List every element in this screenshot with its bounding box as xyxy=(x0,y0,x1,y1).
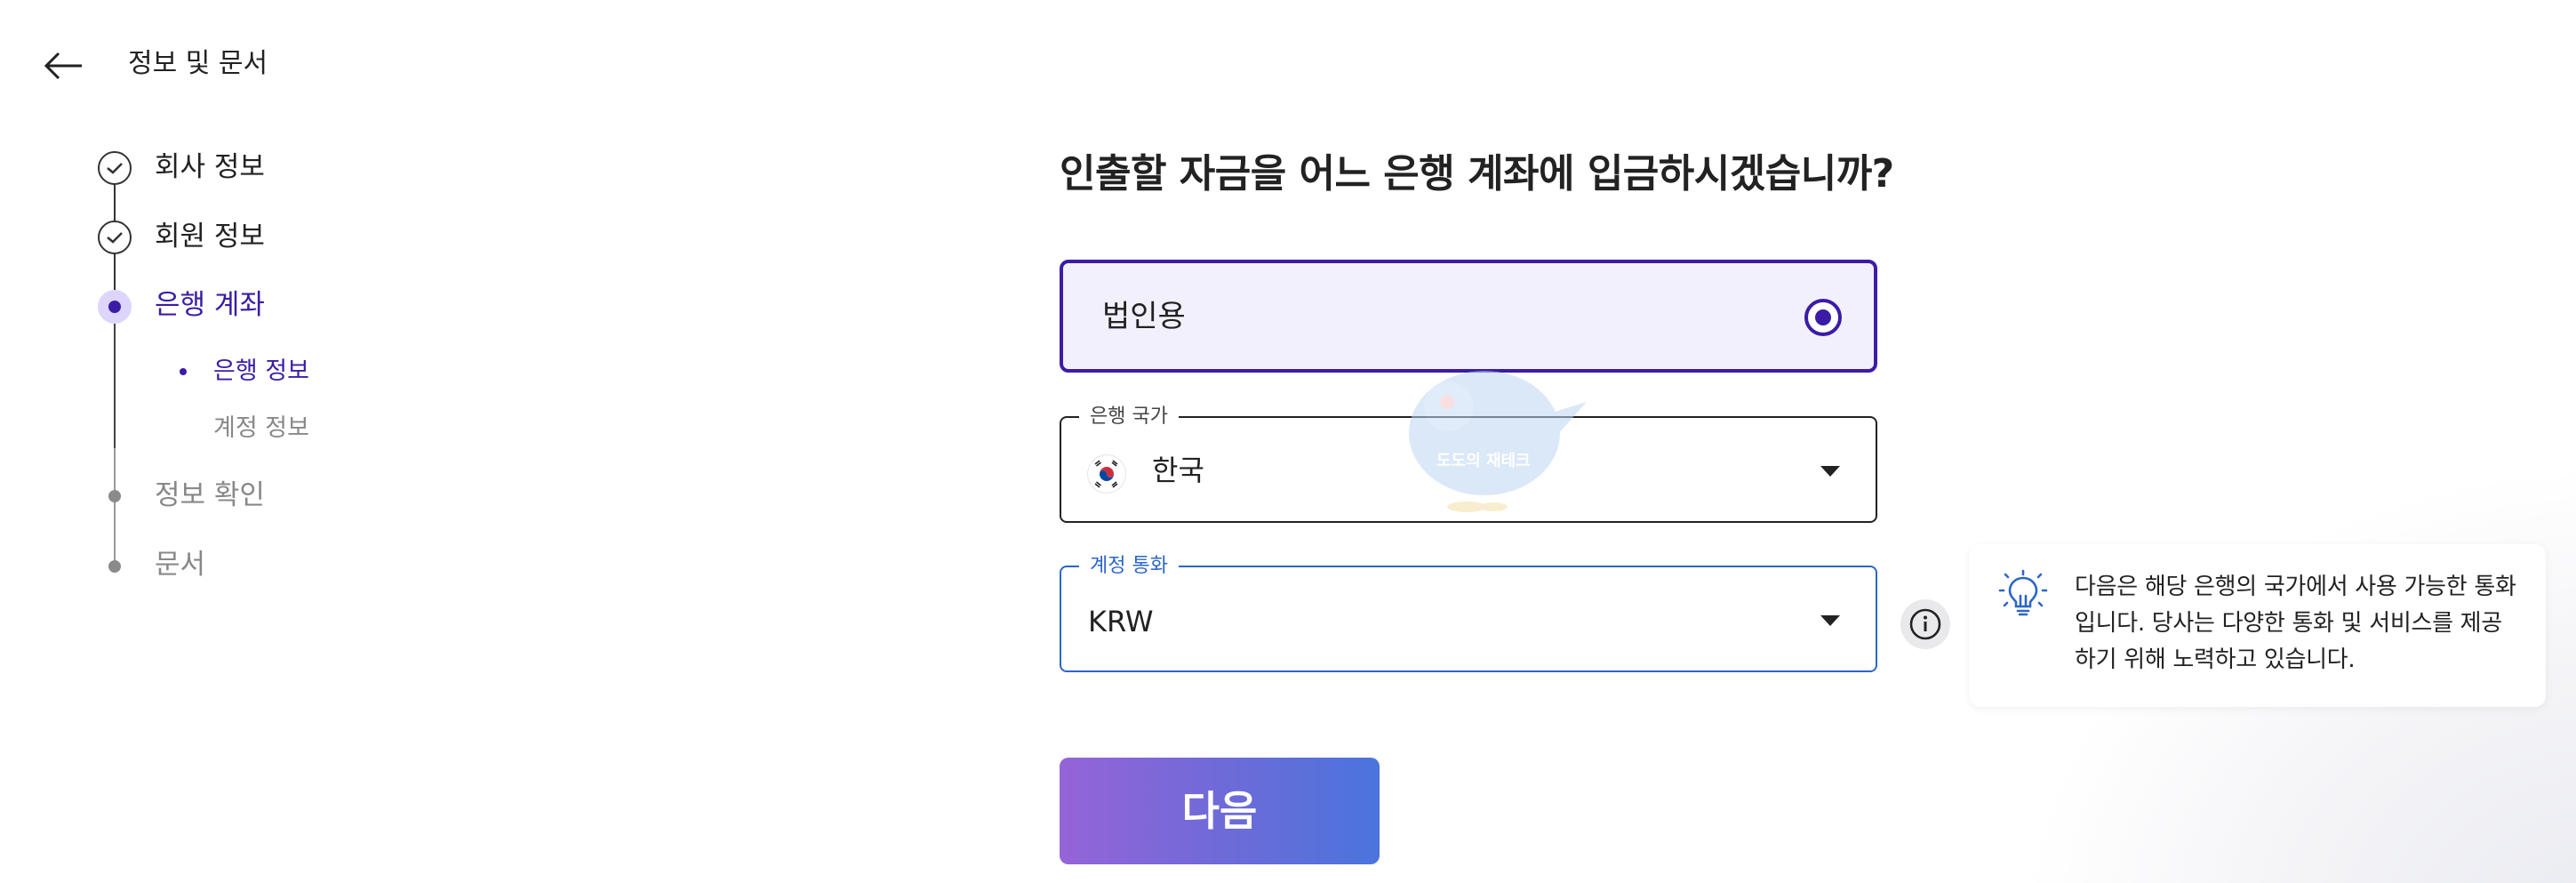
next-button[interactable]: 다음 xyxy=(1060,758,1380,864)
account-type-option-corporate[interactable]: 법인용 xyxy=(1060,260,1877,373)
info-icon[interactable] xyxy=(1900,599,1950,649)
step-connector xyxy=(114,254,116,290)
step-pending-dot xyxy=(108,490,121,502)
step-completed-icon xyxy=(98,221,132,254)
check-icon xyxy=(107,232,123,244)
south-korea-flag-icon xyxy=(1088,455,1125,493)
account-type-label: 법인용 xyxy=(1102,299,1186,334)
step-connector xyxy=(114,324,116,448)
step-connector xyxy=(114,448,116,566)
page-title: 정보 및 문서 xyxy=(128,48,268,79)
step-completed-icon xyxy=(98,151,132,185)
step-active-indicator xyxy=(98,290,132,324)
currency-select[interactable]: 계정 통화 KRW xyxy=(1060,555,1877,672)
check-icon xyxy=(107,163,123,174)
step-label-company-info[interactable]: 회사 정보 xyxy=(155,149,265,185)
bank-country-value: 한국 xyxy=(1152,454,1204,487)
substep-label-bank-info[interactable]: 은행 정보 xyxy=(213,356,309,388)
tooltip-text: 다음은 해당 은행의 국가에서 사용 가능한 통화입니다. 당사는 다양한 통화… xyxy=(2075,574,2516,673)
substep-label-account-info: 계정 정보 xyxy=(213,414,309,442)
step-label-bank-account[interactable]: 은행 계좌 xyxy=(155,287,265,323)
watermark-bird-logo: 도도의 재테크 xyxy=(1396,366,1591,522)
question-heading: 인출할 자금을 어느 은행 계좌에 입금하시겠습니까? xyxy=(1060,151,1894,197)
back-button[interactable] xyxy=(39,46,85,85)
lightbulb-icon xyxy=(1996,569,2050,619)
currency-value: KRW xyxy=(1088,605,1154,638)
step-label-member-info[interactable]: 회원 정보 xyxy=(155,219,265,254)
step-pending-dot xyxy=(108,560,121,573)
watermark-text: 도도의 재테크 xyxy=(1436,452,1531,470)
substep-bullet xyxy=(180,368,187,375)
currency-legend: 계정 통화 xyxy=(1079,555,1179,578)
bank-country-legend: 은행 국가 xyxy=(1079,405,1179,429)
step-label-documents: 문서 xyxy=(155,549,206,581)
radio-selected-icon[interactable] xyxy=(1804,299,1842,336)
step-label-review: 정보 확인 xyxy=(155,479,265,511)
chevron-down-icon xyxy=(1820,615,1840,626)
currency-tooltip: 다음은 해당 은행의 국가에서 사용 가능한 통화입니다. 당사는 다양한 통화… xyxy=(1970,544,2546,707)
chevron-down-icon xyxy=(1820,466,1840,477)
arrow-left-icon xyxy=(44,52,82,80)
